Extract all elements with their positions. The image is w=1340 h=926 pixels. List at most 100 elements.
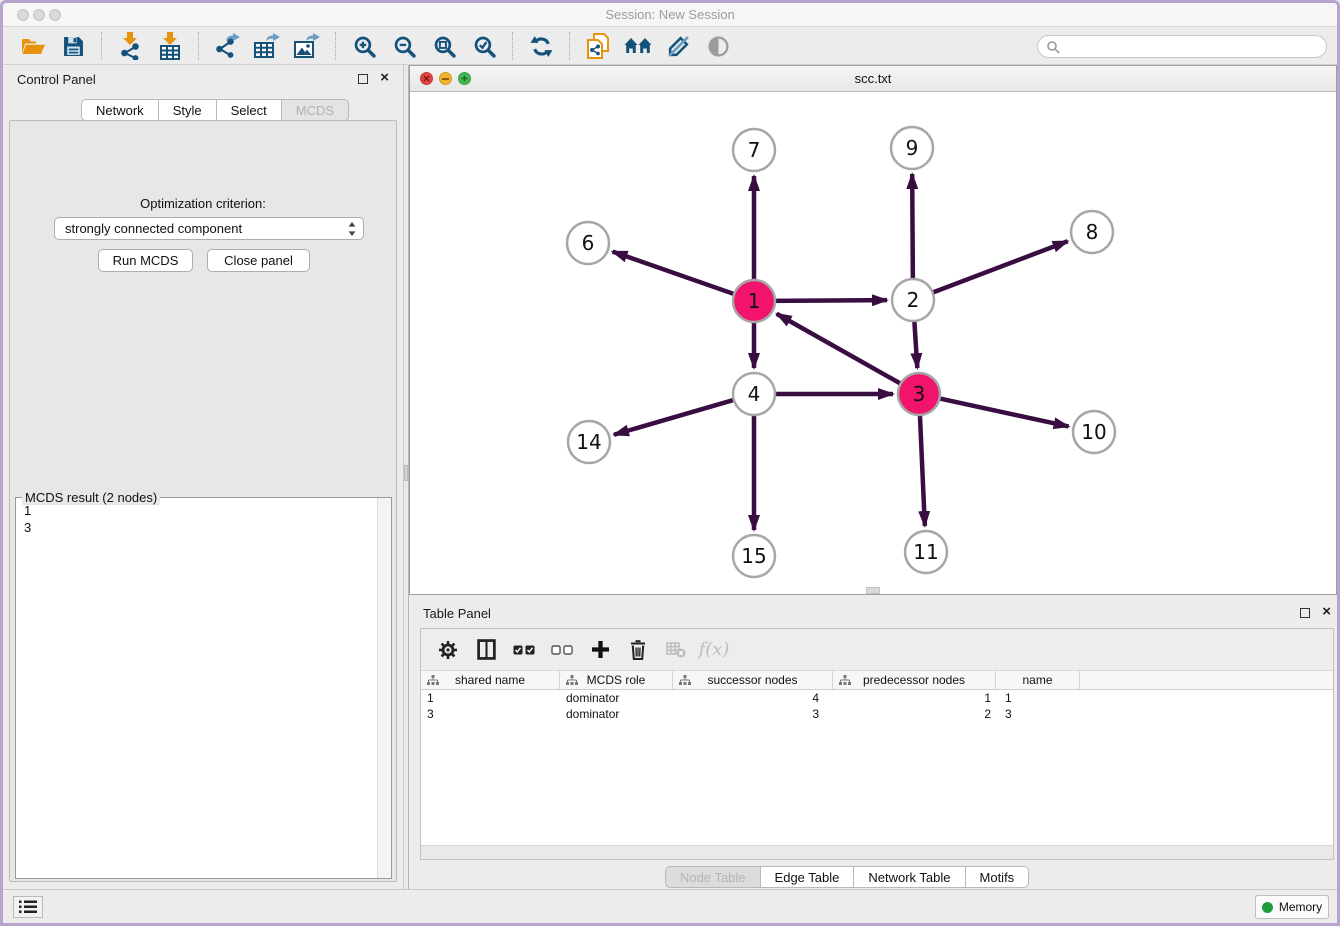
select-all-columns-button[interactable]: [509, 635, 539, 665]
search-input[interactable]: [1064, 38, 1326, 56]
save-icon: [63, 36, 84, 57]
column-label: shared name: [455, 673, 525, 687]
cell-predecessor-nodes[interactable]: 2: [833, 707, 996, 721]
cell-shared-name[interactable]: 3: [421, 707, 560, 721]
graph-node-label: 4: [748, 382, 761, 406]
memory-button[interactable]: Memory: [1255, 895, 1329, 919]
mcds-result-line: 3: [24, 519, 376, 536]
export-network-button[interactable]: [210, 31, 244, 61]
close-panel-button[interactable]: Close panel: [207, 249, 310, 272]
column-header-predecessor-nodes[interactable]: predecessor nodes: [833, 671, 996, 689]
tab-select[interactable]: Select: [217, 99, 282, 121]
cell-mcds-role[interactable]: dominator: [560, 707, 673, 721]
graph-node-label: 3: [913, 382, 926, 406]
graph-edge-1-6[interactable]: [613, 252, 737, 295]
table-row[interactable]: 3 dominator 3 2 3: [421, 706, 1333, 722]
function-builder-button[interactable]: f(x): [699, 635, 729, 665]
hierarchy-icon: [839, 675, 851, 689]
table-panel-header: Table Panel ×: [409, 599, 1340, 627]
tab-motifs[interactable]: Motifs: [966, 866, 1030, 888]
column-header-name[interactable]: name: [996, 671, 1080, 689]
hide-annotations-button[interactable]: [661, 31, 695, 61]
tab-network-table[interactable]: Network Table: [854, 866, 965, 888]
memory-status-icon: [1262, 902, 1273, 913]
graph-node-label: 9: [906, 136, 919, 160]
show-columns-button[interactable]: [471, 635, 501, 665]
home-icon: [624, 37, 652, 56]
search-icon: [1046, 40, 1060, 54]
graph-edge-3-11[interactable]: [920, 412, 925, 526]
graph-edge-2-3[interactable]: [914, 318, 917, 368]
add-column-button[interactable]: [585, 635, 615, 665]
export-image-button[interactable]: [290, 31, 324, 61]
birdseye-view-button[interactable]: [701, 31, 735, 61]
open-session-button[interactable]: [16, 31, 50, 61]
delete-column-button[interactable]: [623, 635, 653, 665]
column-header-mcds-role[interactable]: MCDS role: [560, 671, 673, 689]
column-label: successor nodes: [707, 673, 797, 687]
graph-node-label: 15: [741, 544, 766, 568]
tab-network[interactable]: Network: [81, 99, 159, 121]
optimization-criterion-select[interactable]: strongly connected component: [54, 217, 364, 240]
tab-edge-table[interactable]: Edge Table: [761, 866, 855, 888]
status-bar: Memory: [3, 889, 1337, 923]
table-panel: Table Panel ×: [409, 599, 1340, 895]
application-window: Session: New Session: [0, 0, 1340, 926]
table-panel-title: Table Panel: [423, 606, 491, 621]
clone-network-button[interactable]: [581, 31, 615, 61]
cell-predecessor-nodes[interactable]: 1: [833, 691, 996, 705]
import-table-button[interactable]: [153, 31, 187, 61]
import-network-button[interactable]: [113, 31, 147, 61]
column-header-successor-nodes[interactable]: successor nodes: [673, 671, 833, 689]
tab-style[interactable]: Style: [159, 99, 217, 121]
graph-edge-4-14[interactable]: [614, 399, 737, 435]
refresh-layout-button[interactable]: [524, 31, 558, 61]
network-canvas[interactable]: 7968124314101511: [410, 92, 1336, 594]
zoom-in-button[interactable]: [347, 31, 381, 61]
cell-successor-nodes[interactable]: 4: [673, 691, 833, 705]
column-label: predecessor nodes: [863, 673, 965, 687]
graph-edge-2-9[interactable]: [912, 174, 913, 282]
run-mcds-button[interactable]: Run MCDS: [98, 249, 193, 272]
table-settings-button[interactable]: [433, 635, 463, 665]
graph-edge-1-2[interactable]: [772, 300, 887, 301]
float-panel-icon[interactable]: [358, 74, 368, 84]
toolbar-separator: [335, 32, 336, 60]
toolbar-separator: [101, 32, 102, 60]
export-table-icon: [254, 33, 280, 59]
half-circle-view-icon: [707, 35, 730, 58]
mcds-result-text[interactable]: 1 3: [17, 500, 376, 877]
open-folder-icon: [20, 35, 46, 57]
graph-edge-2-8[interactable]: [930, 241, 1068, 293]
hierarchy-icon: [427, 675, 439, 689]
zoom-fit-button[interactable]: [427, 31, 461, 61]
cell-name[interactable]: 3: [996, 707, 1080, 721]
column-header-shared-name[interactable]: shared name: [421, 671, 560, 689]
task-history-button[interactable]: [13, 896, 43, 918]
float-table-panel-icon[interactable]: [1300, 608, 1310, 618]
cell-shared-name[interactable]: 1: [421, 691, 560, 705]
save-session-button[interactable]: [56, 31, 90, 61]
deselect-all-columns-button[interactable]: [547, 635, 577, 665]
optimization-criterion-label: Optimization criterion:: [10, 196, 396, 211]
graph-edge-3-10[interactable]: [937, 398, 1069, 427]
cell-successor-nodes[interactable]: 3: [673, 707, 833, 721]
zoom-selected-button[interactable]: [467, 31, 501, 61]
splitter-grip[interactable]: [404, 465, 408, 481]
tab-mcds[interactable]: MCDS: [282, 99, 349, 121]
network-window-titlebar: scc.txt: [410, 66, 1336, 92]
close-table-panel-icon[interactable]: ×: [1322, 603, 1331, 621]
graph-edge-3-1[interactable]: [777, 314, 904, 385]
delete-table-button[interactable]: [661, 635, 691, 665]
export-table-button[interactable]: [250, 31, 284, 61]
close-panel-icon[interactable]: ×: [380, 69, 389, 87]
table-row[interactable]: 1 dominator 4 1 1: [421, 690, 1333, 706]
mcds-result-scrollbar[interactable]: [377, 498, 391, 878]
zoom-out-button[interactable]: [387, 31, 421, 61]
view-resize-grip[interactable]: [866, 587, 880, 594]
network-home-button[interactable]: [621, 31, 655, 61]
cell-mcds-role[interactable]: dominator: [560, 691, 673, 705]
table-horizontal-scrollbar[interactable]: [421, 845, 1333, 859]
tab-node-table[interactable]: Node Table: [665, 866, 761, 888]
cell-name[interactable]: 1: [996, 691, 1080, 705]
